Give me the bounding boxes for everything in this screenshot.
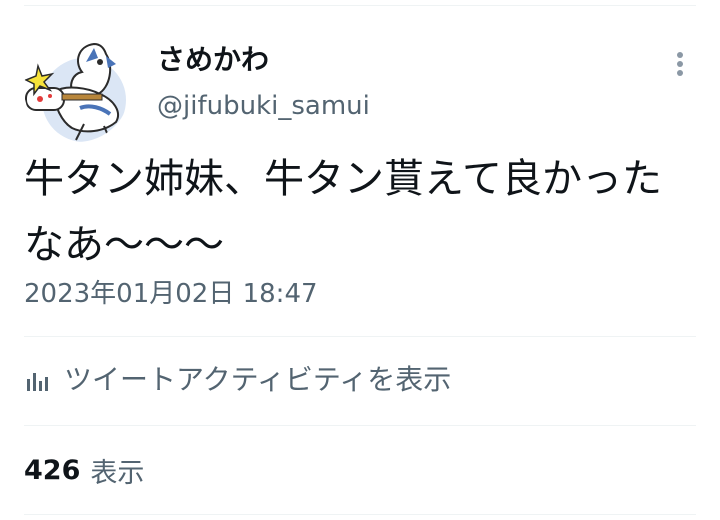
views-label: 表示	[90, 457, 145, 489]
divider	[24, 336, 696, 337]
view-tweet-activity-link[interactable]: ツイートアクティビティを表示	[24, 358, 451, 402]
more-options-button[interactable]	[662, 44, 698, 84]
more-vertical-icon	[677, 52, 683, 76]
divider	[24, 514, 696, 515]
user-handle[interactable]: @jifubuki_samui	[157, 88, 370, 124]
bar-chart-icon	[24, 365, 54, 395]
display-name[interactable]: さめかわ	[157, 41, 269, 79]
top-divider	[24, 5, 696, 6]
views-stat: 426 表示	[24, 448, 144, 492]
divider	[24, 425, 696, 426]
tweet-detail: さめかわ @jifubuki_samui 牛タン姉妹、牛タン貰えて良かったなあ〜…	[0, 0, 720, 520]
activity-label: ツイートアクティビティを表示	[64, 363, 452, 396]
tweet-text: 牛タン姉妹、牛タン貰えて良かったなあ〜〜〜	[24, 156, 662, 268]
avatar[interactable]	[24, 36, 130, 142]
tweet-timestamp[interactable]: 2023年01月02日 18:47	[24, 276, 318, 312]
views-count: 426	[24, 454, 81, 486]
